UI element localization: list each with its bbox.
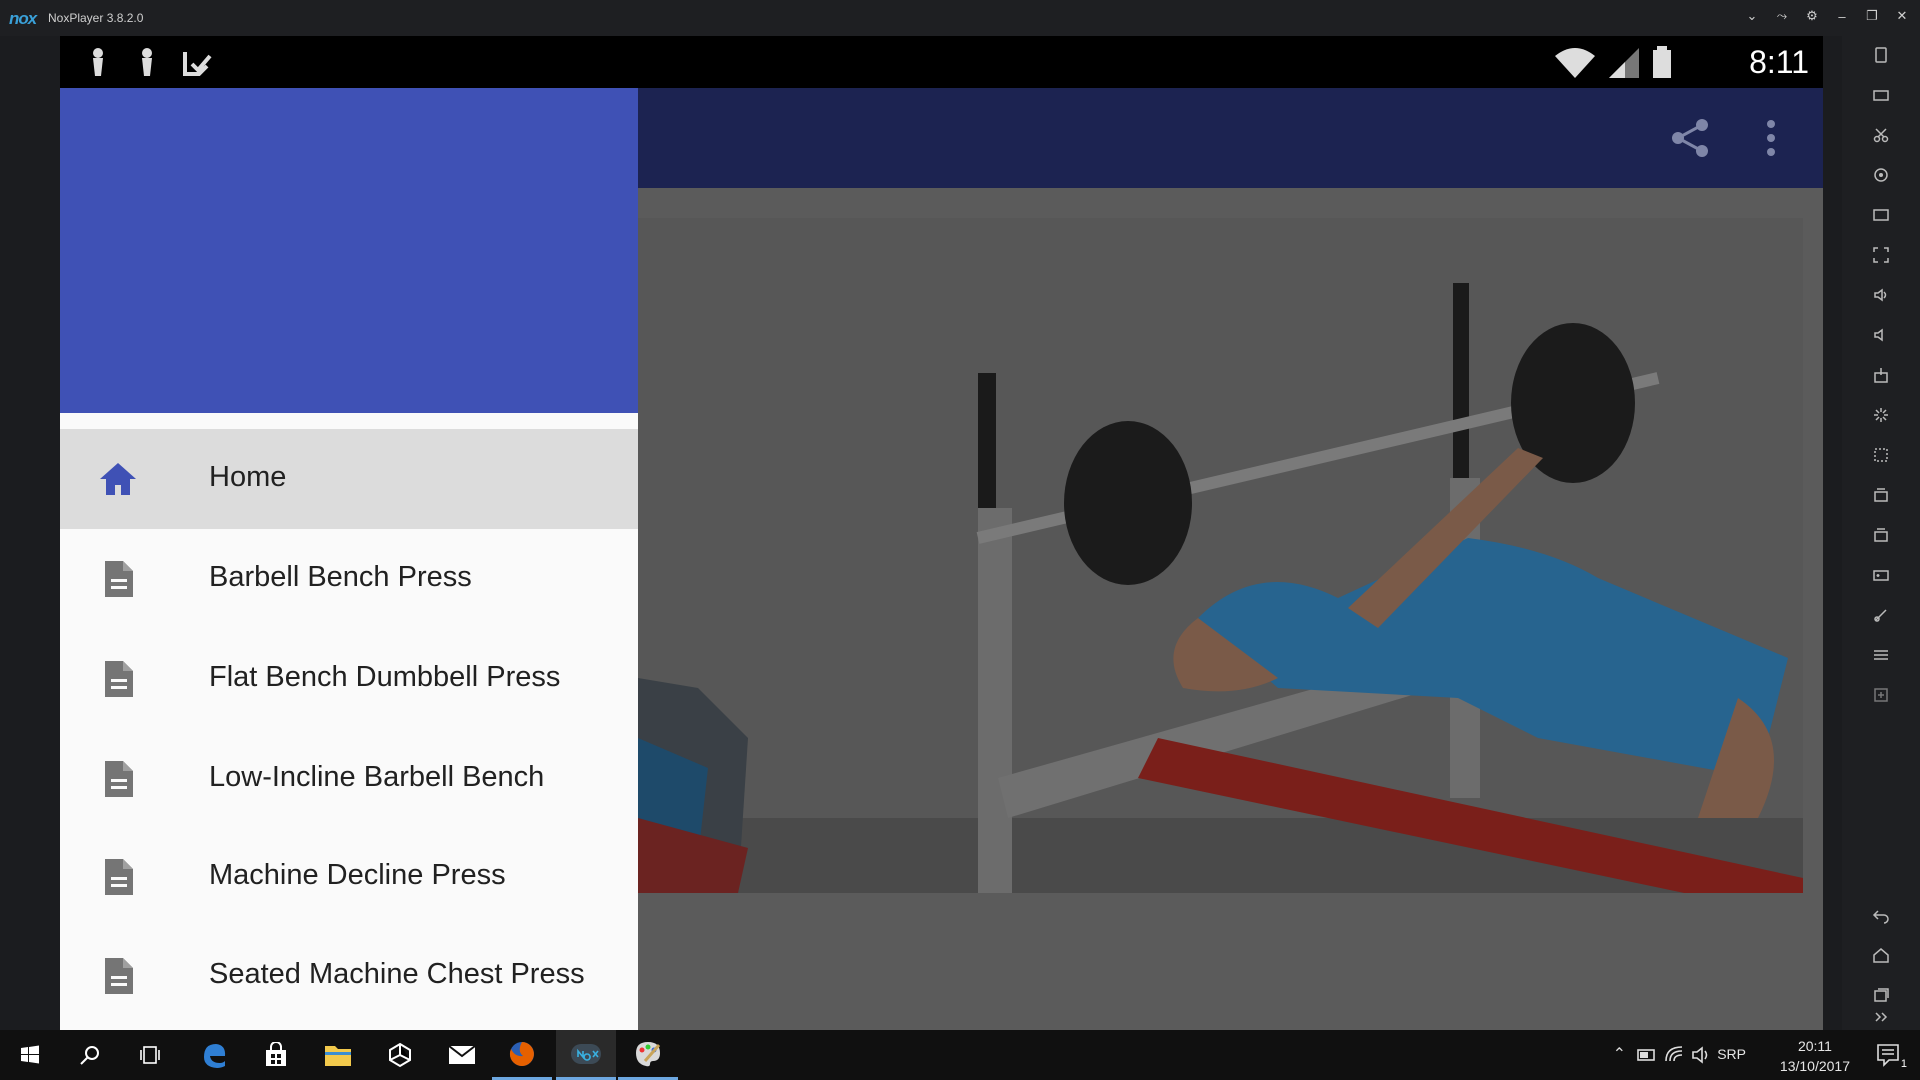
minimize-button[interactable]: – bbox=[1834, 8, 1850, 24]
location-icon[interactable] bbox=[1868, 162, 1894, 188]
macro-icon[interactable] bbox=[1868, 442, 1894, 468]
window-title: NoxPlayer 3.8.2.0 bbox=[48, 11, 144, 25]
drawer-item-label: Machine Decline Press bbox=[209, 859, 506, 891]
controller-icon[interactable] bbox=[1868, 562, 1894, 588]
file-explorer-icon[interactable] bbox=[308, 1030, 368, 1080]
chevron-up-icon[interactable]: ⌃ bbox=[1613, 1044, 1626, 1064]
back-icon[interactable] bbox=[1868, 902, 1894, 928]
status-time: 8:11 bbox=[1749, 44, 1809, 80]
drawer-item-home[interactable]: Home bbox=[60, 429, 638, 529]
emulator-toolbar bbox=[1842, 36, 1920, 1030]
install-apk-icon[interactable] bbox=[1868, 362, 1894, 388]
sync-icon[interactable] bbox=[1868, 522, 1894, 548]
navigation-drawer: Home Barbell Bench Press Flat Bench Dumb… bbox=[60, 88, 638, 1030]
volume-up-icon[interactable] bbox=[1868, 282, 1894, 308]
taskbar-time: 20:11 bbox=[1797, 1038, 1832, 1054]
drawer-item-label: Seated Machine Chest Press bbox=[209, 958, 585, 990]
screen-icon[interactable] bbox=[1868, 202, 1894, 228]
keyboard-icon[interactable] bbox=[1868, 82, 1894, 108]
settings-gear-icon[interactable]: ⚙ bbox=[1804, 8, 1820, 24]
nox-logo: nox bbox=[9, 9, 37, 28]
noxplayer-taskbar-icon[interactable] bbox=[556, 1030, 616, 1080]
drawer-header bbox=[60, 88, 638, 413]
scissors-icon[interactable] bbox=[1868, 122, 1894, 148]
drawer-item-flat-bench-dumbbell-press[interactable]: Flat Bench Dumbbell Press bbox=[60, 629, 638, 729]
document-icon bbox=[105, 561, 133, 597]
chevron-down-icon[interactable]: ⌄ bbox=[1744, 8, 1760, 24]
drawer-item-machine-decline-press[interactable]: Machine Decline Press bbox=[60, 827, 638, 927]
fullscreen-icon[interactable] bbox=[1868, 242, 1894, 268]
mail-icon[interactable] bbox=[432, 1030, 492, 1080]
home-nav-icon[interactable] bbox=[1868, 942, 1894, 968]
task-view-icon[interactable] bbox=[120, 1030, 180, 1080]
store-icon[interactable] bbox=[246, 1030, 306, 1080]
document-icon bbox=[105, 761, 133, 797]
pin-icon[interactable]: ⤳ bbox=[1774, 8, 1790, 24]
drawer-item-label: Low-Incline Barbell Bench bbox=[209, 761, 545, 793]
battery-icon[interactable] bbox=[1637, 1047, 1657, 1063]
network-icon[interactable] bbox=[1664, 1045, 1684, 1063]
menu-icon[interactable] bbox=[1868, 642, 1894, 668]
bench-press-image bbox=[638, 218, 1803, 893]
more-options-icon[interactable] bbox=[1764, 116, 1778, 160]
close-button[interactable]: ✕ bbox=[1894, 8, 1910, 24]
document-icon bbox=[105, 661, 133, 697]
drawer-item-seated-machine-chest-press[interactable]: Seated Machine Chest Press bbox=[60, 926, 638, 1026]
android-screen: 8:11 Home Barbell Bench Press Flat Bench… bbox=[60, 36, 1823, 1030]
restore-button[interactable]: ❐ bbox=[1864, 8, 1880, 24]
document-icon bbox=[105, 859, 133, 895]
search-icon[interactable] bbox=[60, 1030, 120, 1080]
link-icon[interactable] bbox=[1868, 602, 1894, 628]
android-status-bar: 8:11 bbox=[60, 36, 1823, 88]
speaker-icon[interactable] bbox=[1691, 1046, 1711, 1064]
loading-icon[interactable] bbox=[1868, 402, 1894, 428]
windows-taskbar: ⌃ SRP 20:11 13/10/2017 1 bbox=[0, 1030, 1920, 1080]
add-icon[interactable] bbox=[1868, 682, 1894, 708]
emulator-title-bar: nox NoxPlayer 3.8.2.0 ⌄ ⤳ ⚙ – ❐ ✕ bbox=[0, 0, 1920, 36]
main-content bbox=[638, 188, 1823, 1030]
multi-instance-icon[interactable] bbox=[1868, 482, 1894, 508]
drawer-item-barbell-bench-press[interactable]: Barbell Bench Press bbox=[60, 529, 638, 629]
volume-down-icon[interactable] bbox=[1868, 322, 1894, 348]
unity-icon[interactable] bbox=[370, 1030, 430, 1080]
drawer-item-low-incline-barbell-bench[interactable]: Low-Incline Barbell Bench bbox=[60, 729, 638, 829]
paint-icon[interactable] bbox=[618, 1030, 678, 1080]
system-status-icons bbox=[1555, 46, 1671, 78]
shake-icon[interactable] bbox=[1868, 42, 1894, 68]
taskbar-clock[interactable]: 20:11 13/10/2017 bbox=[1780, 1036, 1850, 1076]
windows-start-icon[interactable] bbox=[0, 1030, 60, 1080]
firefox-icon[interactable] bbox=[492, 1030, 552, 1080]
taskbar-date: 13/10/2017 bbox=[1779, 1058, 1850, 1074]
action-center-icon[interactable] bbox=[1876, 1043, 1900, 1067]
input-language[interactable]: SRP bbox=[1717, 1046, 1746, 1062]
home-icon bbox=[100, 463, 136, 495]
system-tray: ⌃ SRP 20:11 13/10/2017 1 bbox=[1600, 1030, 1920, 1080]
drawer-item-label: Flat Bench Dumbbell Press bbox=[209, 661, 561, 693]
edge-browser-icon[interactable] bbox=[184, 1030, 244, 1080]
drawer-item-label: Barbell Bench Press bbox=[209, 561, 472, 593]
notification-icons bbox=[93, 48, 212, 76]
notification-count: 1 bbox=[1900, 1058, 1907, 1070]
drawer-item-label: Home bbox=[209, 461, 287, 493]
share-icon[interactable] bbox=[1668, 116, 1712, 160]
app-toolbar bbox=[638, 88, 1823, 188]
more-icon[interactable] bbox=[1868, 1004, 1894, 1030]
document-icon bbox=[105, 958, 133, 994]
